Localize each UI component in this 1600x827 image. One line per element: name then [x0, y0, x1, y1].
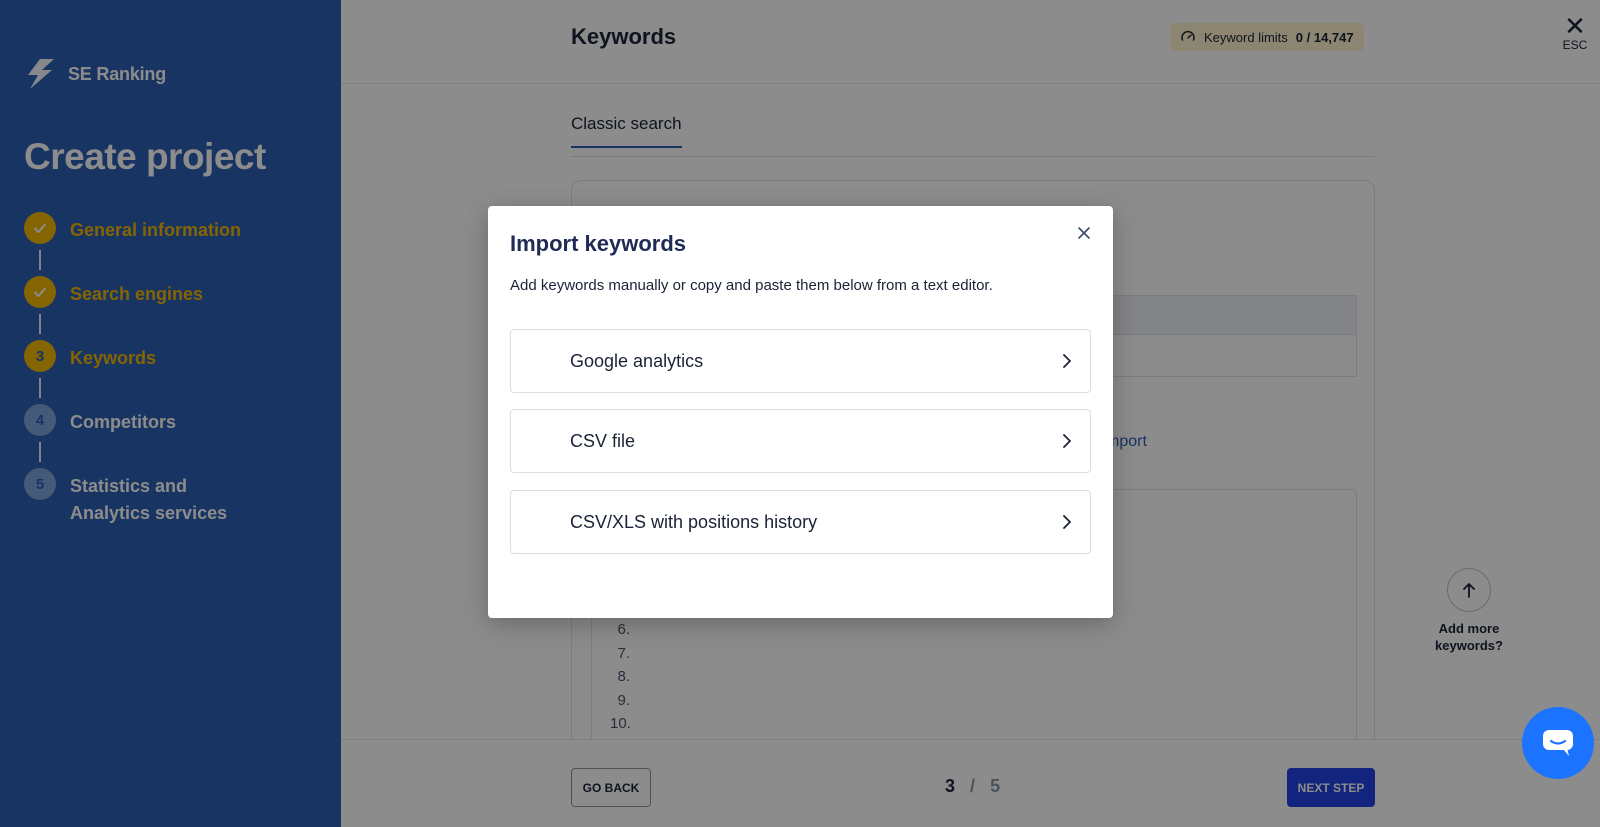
chat-icon — [1543, 730, 1573, 756]
chat-button[interactable] — [1522, 707, 1594, 779]
chevron-right-icon — [1060, 354, 1074, 368]
option-google-analytics[interactable]: Google analytics — [510, 329, 1091, 393]
chevron-right-icon — [1060, 434, 1074, 448]
option-csv-xls-positions-history[interactable]: CSV/XLS with positions history — [510, 490, 1091, 554]
modal-description: Add keywords manually or copy and paste … — [510, 277, 993, 294]
option-label: CSV file — [570, 430, 636, 451]
option-csv-file[interactable]: CSV file — [510, 409, 1091, 473]
option-label: Google analytics — [570, 350, 704, 371]
import-keywords-modal: Import keywords Add keywords manually or… — [488, 206, 1113, 618]
modal-title: Import keywords — [510, 231, 687, 256]
chevron-right-icon — [1060, 515, 1074, 529]
close-icon — [1078, 227, 1090, 239]
option-label: CSV/XLS with positions history — [570, 511, 818, 532]
modal-close-button[interactable] — [1073, 222, 1095, 244]
